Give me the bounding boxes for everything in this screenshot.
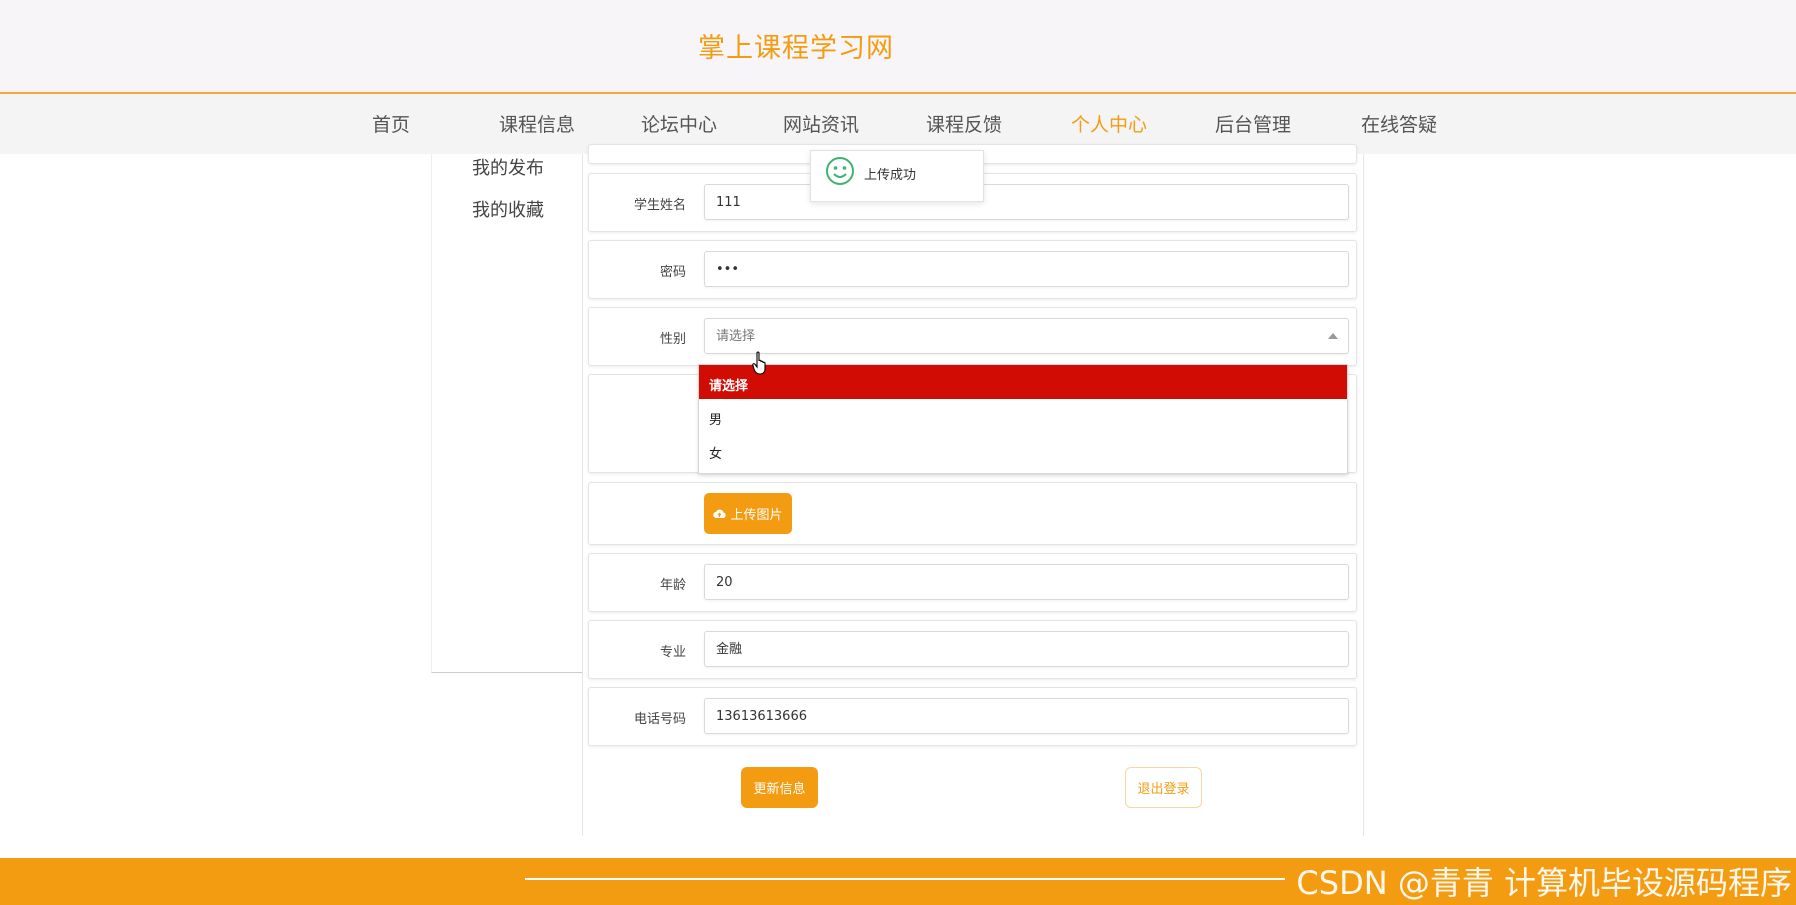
footer-divider [525,878,1285,880]
nav-item-course-info[interactable]: 课程信息 [499,110,575,137]
nav-item-feedback[interactable]: 课程反馈 [926,110,1002,137]
form-row-phone: 电话号码 13613613666 [588,687,1357,746]
nav-item-admin[interactable]: 后台管理 [1215,110,1291,137]
profile-form: 学生姓名 111 密码 ••• 性别 请选择 上传图片 年龄 20 专业 金融 … [582,144,1364,836]
password-label: 密码 [659,265,686,280]
sidebar: 我的发布 我的收藏 [431,154,583,673]
form-row-age: 年龄 20 [588,553,1357,612]
sidebar-item-my-posts[interactable]: 我的发布 [472,154,544,180]
nav-item-qa[interactable]: 在线答疑 [1361,110,1437,137]
form-row-major: 专业 金融 [588,620,1357,679]
name-input[interactable]: 111 [704,184,1349,220]
site-title: 掌上课程学习网 [698,33,894,64]
logout-button[interactable]: 退出登录 [1125,767,1202,808]
gender-label: 性别 [659,332,686,347]
gender-dropdown: 请选择 男 女 [698,364,1348,474]
site-header: 掌上课程学习网 [0,0,1796,94]
form-row-password: 密码 ••• [588,240,1357,299]
nav-item-news[interactable]: 网站资讯 [783,110,859,137]
phone-label: 电话号码 [633,712,686,727]
nav-item-personal-center[interactable]: 个人中心 [1071,110,1147,137]
smiley-icon [826,157,854,185]
password-input[interactable]: ••• [704,251,1349,287]
major-label: 专业 [659,645,686,660]
gender-option-placeholder[interactable]: 请选择 [699,365,1347,399]
major-input[interactable]: 金融 [704,631,1349,667]
nav-item-home[interactable]: 首页 [372,110,410,137]
toast-message: 上传成功 [864,168,917,183]
form-row-gender: 性别 请选择 [588,307,1357,366]
name-label: 学生姓名 [633,198,686,213]
gender-option-female[interactable]: 女 [699,433,1347,467]
upload-success-toast: 上传成功 [810,150,984,202]
upload-image-label: 上传图片 [730,508,783,523]
gender-select-value: 请选择 [716,329,756,344]
nav-item-forum[interactable]: 论坛中心 [641,110,717,137]
update-info-button[interactable]: 更新信息 [741,767,818,808]
age-input[interactable]: 20 [704,564,1349,600]
sidebar-item-my-favorites[interactable]: 我的收藏 [472,196,544,222]
phone-input[interactable]: 13613613666 [704,698,1349,734]
upload-image-button[interactable]: 上传图片 [704,493,792,534]
hand-cursor-icon [752,351,766,375]
gender-option-male[interactable]: 男 [699,399,1347,433]
age-label: 年龄 [659,578,686,593]
gender-select[interactable]: 请选择 [704,318,1349,354]
cloud-upload-icon [713,509,727,519]
caret-up-icon [1328,333,1338,339]
watermark: CSDN @青青 计算机毕设源码程序 [1296,864,1792,902]
footer: CSDN @青青 计算机毕设源码程序 [0,858,1796,905]
form-row-upload: 上传图片 [588,482,1357,545]
